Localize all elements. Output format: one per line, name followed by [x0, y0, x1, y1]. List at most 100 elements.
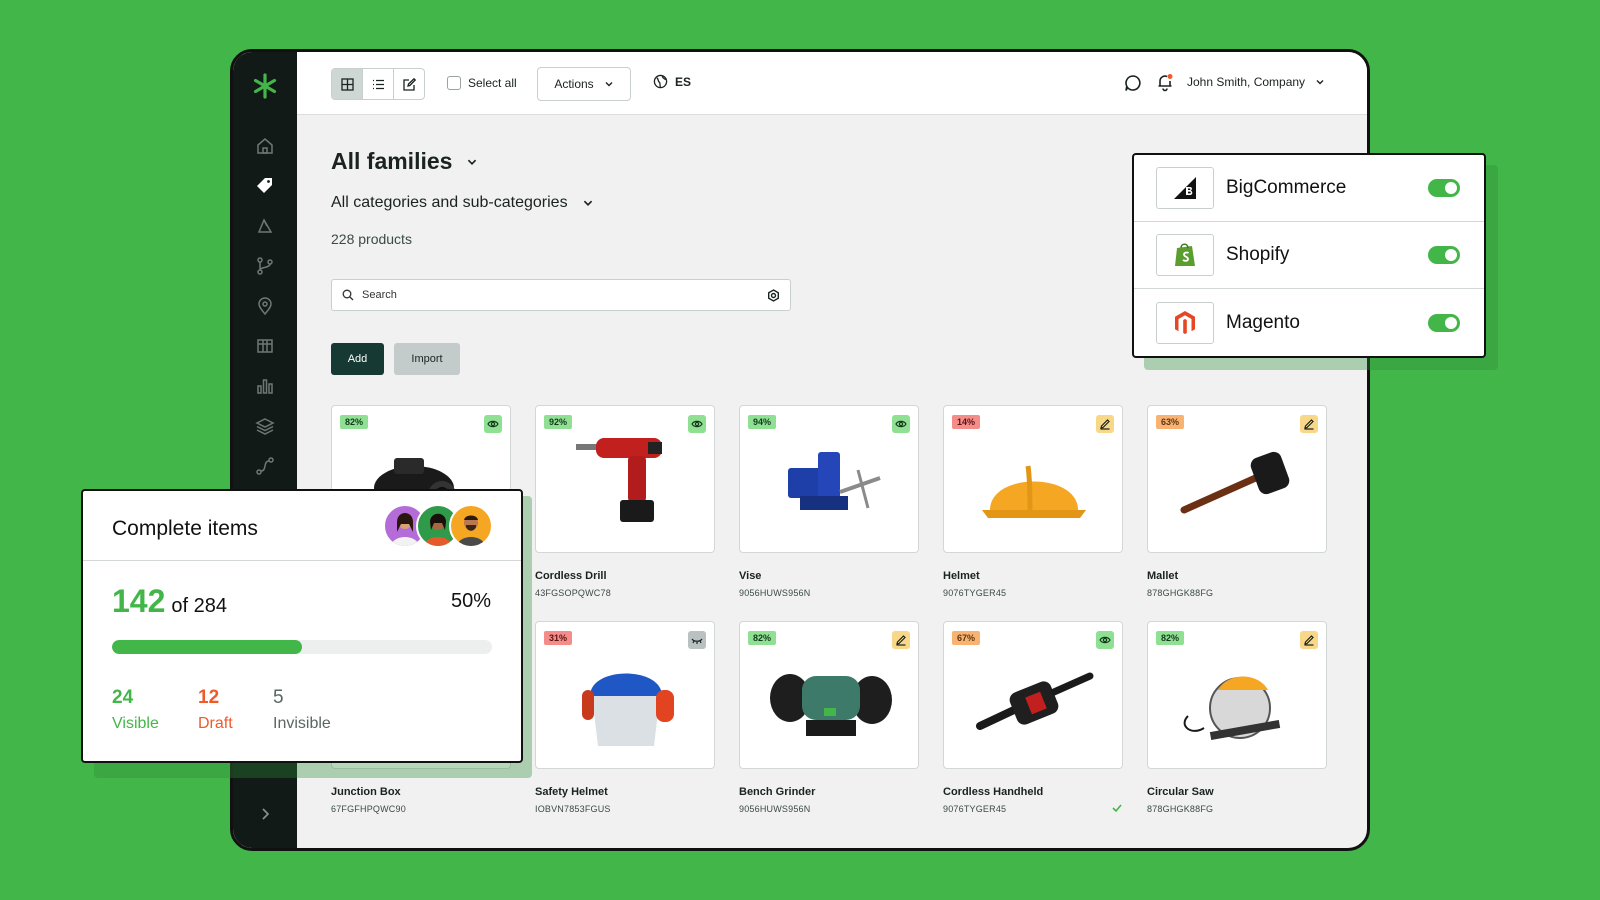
table-icon[interactable]	[255, 336, 275, 356]
circular-saw-image	[1183, 676, 1281, 741]
vise-image	[788, 452, 881, 510]
complete-number: 142	[112, 583, 166, 619]
product-sku: 43FGSOPQWC78	[535, 588, 715, 598]
edit-view-button[interactable]	[394, 69, 424, 99]
cordless-handheld-image	[976, 672, 1094, 730]
branch-icon[interactable]	[255, 256, 275, 276]
product-card[interactable]: 67% Cordless Handheld 9076TYGER45	[943, 621, 1123, 814]
add-button[interactable]: Add	[331, 343, 384, 375]
layers-icon[interactable]	[255, 416, 275, 436]
product-name: Vise	[739, 570, 762, 582]
draft-count: 12	[198, 687, 220, 708]
select-all-checkbox[interactable]	[447, 76, 461, 90]
search-placeholder: Search	[362, 289, 397, 301]
product-name: Mallet	[1147, 570, 1179, 582]
actions-dropdown[interactable]: Actions	[537, 67, 631, 101]
product-card[interactable]: 14% Helmet 9076TYGER45	[943, 405, 1123, 598]
product-sku-value: 878GHGK88FG	[1147, 804, 1214, 814]
globe-icon	[653, 74, 668, 89]
bigcommerce-toggle[interactable]	[1428, 179, 1460, 197]
completeness-badge: 92%	[544, 415, 573, 429]
notification-bell-icon[interactable]	[1155, 72, 1175, 92]
product-thumbnail[interactable]: 92%	[535, 405, 715, 553]
bench-grinder-image	[770, 674, 892, 736]
chevron-down-icon	[1316, 80, 1324, 85]
product-card[interactable]: 92% Cordless Drill 43FGSOPQWC78	[535, 405, 715, 598]
product-thumbnail[interactable]: 94%	[739, 405, 919, 553]
chevron-right-icon[interactable]	[257, 806, 273, 822]
list-view-button[interactable]	[363, 69, 394, 99]
product-sku-value: 67FGFHPQWC90	[331, 804, 406, 814]
select-all[interactable]: Select all	[447, 76, 517, 90]
product-card[interactable]: 94% Vise 9056HUWS956N	[739, 405, 919, 598]
completeness-badge: 82%	[340, 415, 369, 429]
invisible-count: 5	[273, 687, 284, 708]
chart-icon[interactable]	[255, 376, 275, 396]
product-thumbnail[interactable]: 14%	[943, 405, 1123, 553]
tag-icon[interactable]	[255, 176, 275, 196]
product-name: Junction Box	[331, 786, 401, 798]
product-thumbnail[interactable]: 63%	[1147, 405, 1327, 553]
category-selector[interactable]: All categories and sub-categories	[331, 194, 594, 212]
stat-invisible: 5 Invisible	[273, 687, 331, 733]
product-card[interactable]: 63% Mallet 878GHGK88FG	[1147, 405, 1327, 598]
stat-visible: 24 Visible	[112, 687, 159, 733]
edit-square-icon	[402, 77, 416, 91]
shopify-toggle[interactable]	[1428, 246, 1460, 264]
completeness-badge: 94%	[748, 415, 777, 429]
search-icon	[342, 289, 354, 301]
user-name: John Smith, Company	[1187, 75, 1306, 89]
product-sku: 9056HUWS956N	[739, 804, 919, 814]
product-name: Safety Helmet	[535, 786, 608, 798]
progress-bar	[112, 640, 492, 654]
product-card[interactable]: 31% Safety Helmet IOBVN7853FGUS	[535, 621, 715, 814]
complete-items-title: Complete items	[112, 517, 258, 540]
product-sku: 67FGFHPQWC90	[331, 804, 511, 814]
actions-label: Actions	[554, 77, 594, 91]
integration-name: BigCommerce	[1226, 177, 1347, 198]
visible-label: Visible	[112, 715, 159, 732]
import-button[interactable]: Import	[394, 343, 460, 375]
integrations-panel: BigCommerce Shopify Magento	[1132, 153, 1486, 358]
product-card[interactable]: 82% Bench Grinder 9056HUWS956N	[739, 621, 919, 814]
workflow-icon[interactable]	[255, 456, 275, 476]
product-card[interactable]: 82% Circular Saw 878GHGK88FG	[1147, 621, 1327, 814]
location-icon[interactable]	[255, 296, 275, 316]
language-selector[interactable]: ES	[653, 74, 691, 89]
product-sku-value: 43FGSOPQWC78	[535, 588, 611, 598]
product-thumbnail[interactable]: 67%	[943, 621, 1123, 769]
app-logo-icon[interactable]	[251, 72, 279, 100]
completeness-badge: 63%	[1156, 415, 1185, 429]
product-name: Circular Saw	[1147, 786, 1214, 798]
product-thumbnail[interactable]: 82%	[1147, 621, 1327, 769]
integration-name: Magento	[1226, 311, 1300, 333]
product-sku: 9076TYGER45	[943, 804, 1123, 814]
select-all-label: Select all	[468, 76, 517, 90]
family-selector[interactable]: All families	[331, 148, 478, 175]
integration-row-shopify: Shopify	[1134, 222, 1484, 289]
search-input[interactable]: Search	[331, 279, 791, 311]
complete-count: 142 of 284	[112, 583, 227, 620]
user-menu[interactable]: John Smith, Company	[1187, 75, 1325, 89]
integration-row-magento: Magento	[1134, 289, 1484, 356]
product-sku-value: 9076TYGER45	[943, 588, 1007, 598]
grid-icon	[340, 77, 354, 91]
shapes-icon[interactable]	[255, 216, 275, 236]
grid-view-button[interactable]	[332, 69, 363, 99]
product-sku: IOBVN7853FGUS	[535, 804, 715, 814]
magento-logo-icon	[1156, 301, 1214, 344]
magento-toggle[interactable]	[1428, 313, 1460, 332]
product-thumbnail[interactable]: 82%	[739, 621, 919, 769]
product-name: Cordless Handheld	[943, 786, 1044, 798]
helmet-image	[982, 465, 1086, 518]
product-sku: 878GHGK88FG	[1147, 804, 1327, 814]
category-label: All categories and sub-categories	[331, 194, 568, 211]
home-icon[interactable]	[255, 136, 275, 156]
chat-icon[interactable]	[1123, 73, 1143, 93]
settings-icon[interactable]	[767, 288, 780, 302]
product-sku-value: 9056HUWS956N	[739, 588, 811, 598]
product-sku-value: 9056HUWS956N	[739, 804, 811, 814]
complete-items-header: Complete items	[83, 491, 521, 561]
product-thumbnail[interactable]: 31%	[535, 621, 715, 769]
complete-items-card: Complete items 142 of 284 50% 24 Visible…	[81, 489, 523, 763]
